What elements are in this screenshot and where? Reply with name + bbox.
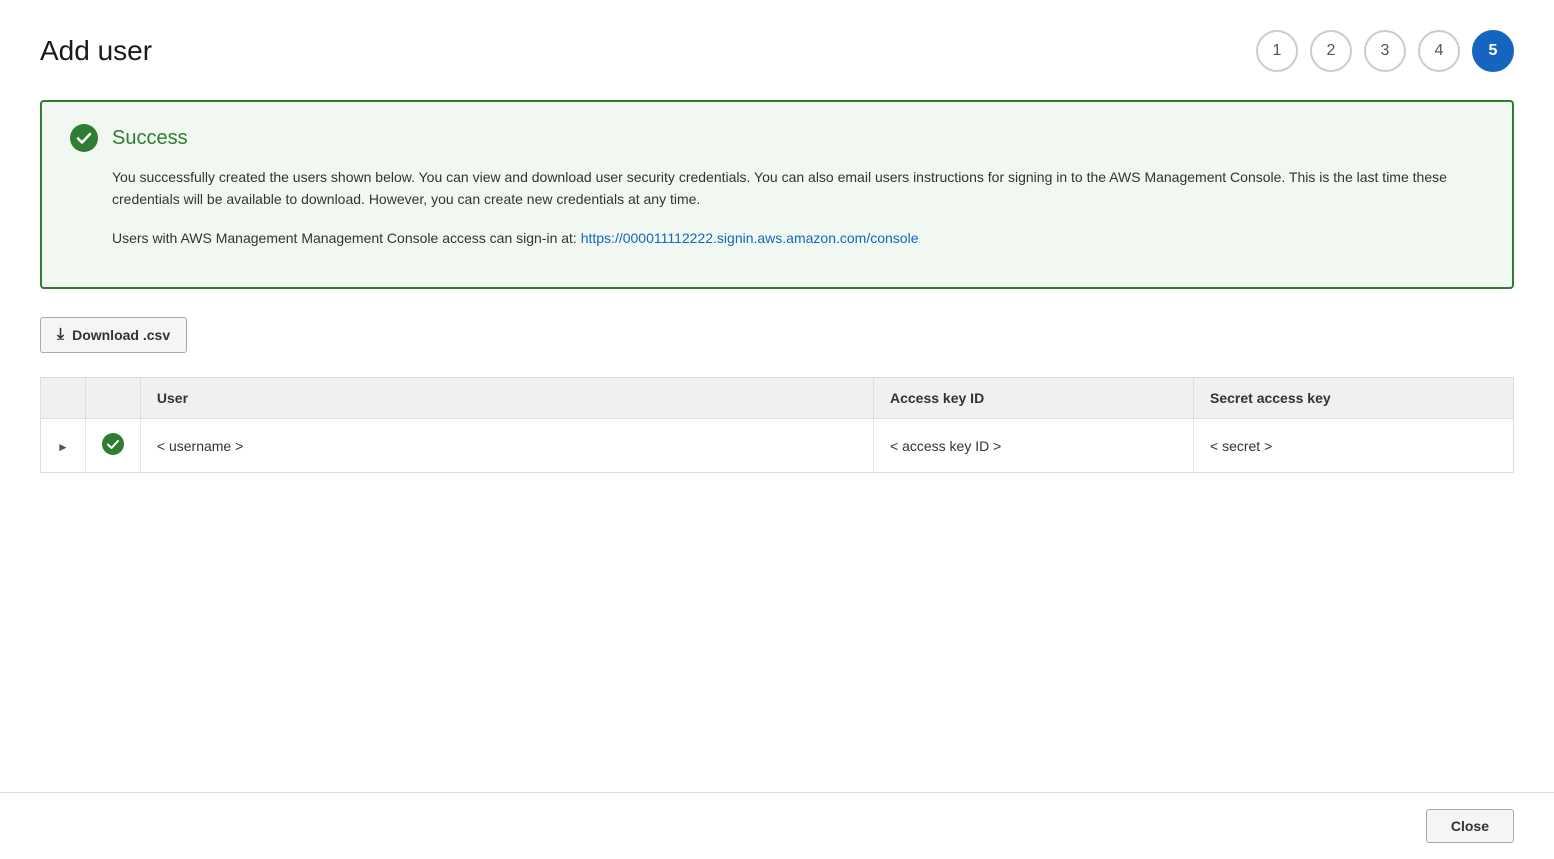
row-access-key-cell: < access key ID > — [874, 419, 1194, 473]
expand-arrow-icon[interactable]: ► — [57, 440, 69, 454]
users-table: User Access key ID Secret access key ► — [40, 377, 1514, 473]
row-status-cell — [85, 419, 140, 473]
step-4[interactable]: 4 — [1418, 30, 1460, 72]
step-3[interactable]: 3 — [1364, 30, 1406, 72]
row-secret-key-cell: < secret > — [1194, 419, 1514, 473]
console-url-link[interactable]: https://000011112222.signin.aws.amazon.c… — [581, 230, 919, 246]
page-container: Add user 1 2 3 4 5 Success — [0, 0, 1554, 859]
col-header-expand — [41, 378, 86, 419]
table-header-row: User Access key ID Secret access key — [41, 378, 1514, 419]
col-header-status — [85, 378, 140, 419]
col-header-secret-access-key: Secret access key — [1194, 378, 1514, 419]
download-icon: ⤓ — [57, 326, 64, 344]
step-indicators: 1 2 3 4 5 — [1256, 30, 1514, 72]
success-banner: Success You successfully created the use… — [40, 100, 1514, 289]
success-body-line1: You successfully created the users shown… — [112, 166, 1484, 211]
row-expand-cell[interactable]: ► — [41, 419, 86, 473]
footer: Close — [0, 792, 1554, 859]
col-header-access-key-id: Access key ID — [874, 378, 1194, 419]
step-1[interactable]: 1 — [1256, 30, 1298, 72]
success-body: You successfully created the users shown… — [112, 166, 1484, 249]
table-row: ► < username > < access key ID > — [41, 419, 1514, 473]
step-5[interactable]: 5 — [1472, 30, 1514, 72]
secret-access-key-value: < secret > — [1210, 438, 1272, 454]
header: Add user 1 2 3 4 5 — [40, 30, 1514, 72]
row-success-icon — [102, 433, 124, 455]
row-username-cell: < username > — [140, 419, 873, 473]
success-header: Success — [70, 124, 1484, 152]
col-header-user: User — [140, 378, 873, 419]
download-csv-button[interactable]: ⤓ Download .csv — [40, 317, 187, 353]
success-icon — [70, 124, 98, 152]
success-title: Success — [112, 127, 188, 150]
page-title: Add user — [40, 35, 152, 67]
step-2[interactable]: 2 — [1310, 30, 1352, 72]
username-value: < username > — [157, 438, 243, 454]
access-key-id-value: < access key ID > — [890, 438, 1001, 454]
close-button[interactable]: Close — [1426, 809, 1514, 843]
success-body-line2: Users with AWS Management Management Con… — [112, 227, 1484, 249]
